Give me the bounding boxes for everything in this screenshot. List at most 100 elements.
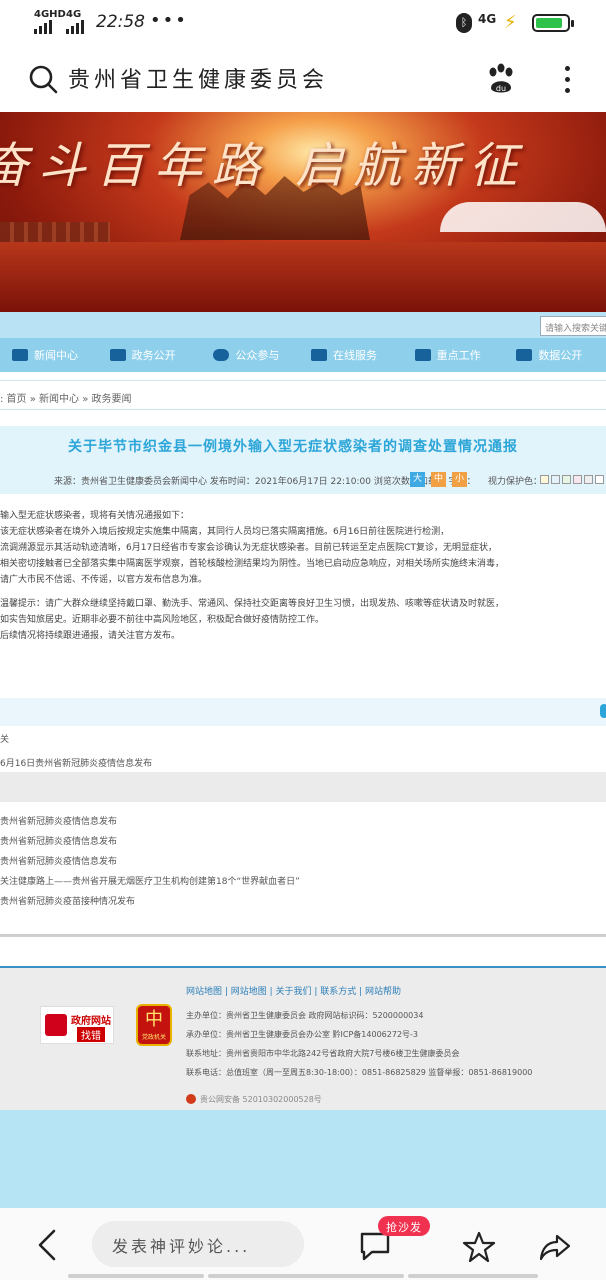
nav-item-online-service[interactable]: 在线服务: [311, 338, 415, 372]
list-item[interactable]: 贵州省新冠肺炎疫情信息发布: [0, 812, 606, 832]
party-logo-glyph: 中: [145, 1009, 163, 1030]
color-swatch-0[interactable]: [540, 475, 549, 484]
color-swatch-5[interactable]: [595, 475, 604, 484]
article-paragraph: 流调溯源显示其活动轨迹清晰，6月17日经省市专家会诊确认为无症状感染者。目前已转…: [0, 543, 497, 553]
app-root: 4GHD 4G 22:58 ••• ᛒ 4G ⚡ 贵州省卫生健康委员会 du 奋…: [0, 0, 606, 1280]
gov-logo-text: 政府网站: [71, 1016, 111, 1027]
nav-item-key-work[interactable]: 重点工作: [414, 338, 517, 372]
list-item[interactable]: 贵州省新冠肺炎疫苗接种情况发布: [0, 892, 606, 912]
list-item[interactable]: 贵州省新冠肺炎疫情信息发布: [0, 832, 606, 852]
page-indicator: [0, 1274, 606, 1280]
site-search-input[interactable]: 请输入搜索关键: [540, 316, 606, 336]
site-nav: 新闻中心 政务公开 公众参与 在线服务 重点工作 数据公开: [0, 338, 606, 372]
share-icon[interactable]: [538, 1230, 572, 1264]
signal-icon: [34, 20, 52, 34]
footer-info-line: 承办单位：贵州省卫生健康委员会办公室 黔ICP备14006272号-3: [186, 1030, 419, 1039]
party-logo-sub: 党政机关: [141, 1034, 166, 1041]
article-title: 关于毕节市织金县一例境外输入型无症状感染者的调查处置情况通报: [68, 439, 518, 455]
related-link[interactable]: 6月16日贵州省新冠肺炎疫情信息发布: [0, 756, 152, 769]
clock: 22:58: [96, 12, 145, 32]
baidu-paw-icon[interactable]: du: [484, 62, 518, 96]
list-item[interactable]: 关注健康路上——贵州省开展无烟医疗卫生机构创建第18个“世界献血者日”: [0, 872, 606, 892]
browser-address-bar: 贵州省卫生健康委员会 du: [0, 44, 606, 112]
svg-text:du: du: [496, 84, 506, 93]
page-url-title[interactable]: 贵州省卫生健康委员会: [68, 62, 328, 94]
article-paragraph: 如实告知旅居史。近期非必要不前往中高风险地区，积极配合做好疫情防控工作。: [0, 615, 325, 625]
monitor-icon: [311, 349, 327, 361]
list-icon: [12, 349, 28, 361]
battery-icon: [532, 14, 574, 32]
article-paragraph: 相关密切接触者已全部落实集中隔离医学观察，首轮核酸检测结果均为阴性。当地已启动应…: [0, 559, 505, 569]
eye-color-swatches: [540, 475, 604, 484]
folder-icon: [109, 349, 126, 361]
page-background: [0, 1110, 606, 1208]
banner-cloud: [440, 202, 606, 232]
users-icon: [516, 349, 533, 361]
party-gov-logo[interactable]: 中 党政机关: [136, 1004, 172, 1046]
network-label-2: 4G: [66, 9, 82, 20]
font-small-button[interactable]: 小: [452, 472, 467, 487]
font-large-button[interactable]: 大: [410, 472, 425, 487]
breadcrumb[interactable]: : 首页 » 新闻中心 » 政务要闻: [0, 380, 606, 410]
notification-dots: •••: [150, 10, 188, 31]
police-record[interactable]: 贵公网安备 52010302000528号: [200, 1094, 322, 1105]
banner-ground: [0, 242, 606, 312]
nav-label: 数据公开: [538, 349, 583, 362]
article-paragraph: 输入型无症状感染者，现将有关情况通报如下：: [0, 511, 190, 521]
nav-label: 在线服务: [333, 349, 377, 362]
status-bar: 4GHD 4G 22:58 ••• ᛒ 4G ⚡: [0, 0, 606, 44]
footer-links[interactable]: 网站地图 | 网站地图 | 关于我们 | 联系方式 | 网站帮助: [186, 984, 401, 997]
back-arrow-icon[interactable]: [34, 1228, 62, 1262]
nav-label: 重点工作: [436, 349, 481, 362]
nav-item-participation[interactable]: 公众参与: [213, 338, 311, 372]
font-size-buttons: 大 中 小: [410, 472, 467, 487]
footer-info-line: 联系电话：总值班室（周一至周五8:30-18:00）：0851-86825829…: [186, 1068, 533, 1077]
star-icon[interactable]: [462, 1230, 496, 1264]
font-medium-button[interactable]: 中: [431, 472, 446, 487]
article-paragraph: 请广大市民不信谣、不传谣，以官方发布信息为准。: [0, 575, 208, 585]
article-body: 输入型无症状感染者，现将有关情况通报如下： 该无症状感染者在境外入境后按规定实施…: [0, 508, 606, 644]
article-paragraph: 温馨提示：请广大群众继续坚持戴口罩、勤洗手、常通风、保持社交距离等良好卫生习惯，…: [0, 599, 505, 609]
site-header-strip: [0, 312, 606, 338]
network-label-1: 4GHD: [34, 9, 66, 20]
gov-emblem-icon: [45, 1014, 67, 1036]
footer-info-line: 联系地址：贵州省贵阳市中华北路242号省政府大院7号楼6楼卫生健康委员会: [186, 1049, 460, 1058]
bluetooth-icon: ᛒ: [456, 13, 472, 33]
search-icon[interactable]: [28, 64, 58, 94]
signal-icon-2: [66, 20, 84, 34]
more-vertical-icon[interactable]: [560, 64, 574, 96]
color-swatch-4[interactable]: [584, 475, 593, 484]
eye-protection-label: 视力保护色：: [488, 477, 543, 487]
gov-site-error-logo[interactable]: 政府网站 找错: [40, 1006, 114, 1044]
browser-bottom-toolbar: 发表神评妙论... 抢沙发: [0, 1208, 606, 1280]
nav-item-gov-affairs[interactable]: 政务公开: [109, 338, 214, 372]
gov-logo-action: 找错: [77, 1027, 105, 1042]
comment-input[interactable]: 发表神评妙论...: [92, 1221, 304, 1267]
section-divider: [0, 772, 606, 802]
nav-item-news[interactable]: 新闻中心: [12, 338, 110, 372]
color-swatch-3[interactable]: [573, 475, 582, 484]
banner-slogan: 奋斗百年路 启航新征: [0, 138, 528, 194]
sofa-badge[interactable]: 抢沙发: [378, 1216, 430, 1236]
battery-level: [536, 18, 562, 28]
news-list: 贵州省新冠肺炎疫情信息发布 贵州省新冠肺炎疫情信息发布 贵州省新冠肺炎疫情信息发…: [0, 812, 606, 912]
bolt-icon: ⚡: [504, 12, 517, 33]
nav-label: 公众参与: [235, 349, 280, 362]
footer-separator: [0, 934, 606, 937]
network-label-3: 4G: [478, 12, 497, 26]
footer-info-line: 主办单位：贵州省卫生健康委员会 政府网站标识码：5200000034: [186, 1011, 424, 1020]
nav-label: 新闻中心: [34, 349, 78, 362]
related-header: [0, 698, 606, 726]
box-icon: [414, 349, 431, 361]
footer-info: 主办单位：贵州省卫生健康委员会 政府网站标识码：5200000034 承办单位：…: [186, 1006, 532, 1082]
article-paragraph: 后续情况将持续跟进通报，请关注官方发布。: [0, 631, 181, 641]
color-swatch-1[interactable]: [551, 475, 560, 484]
article-paragraph: 该无症状感染者在境外入境后按规定实施集中隔离，其同行人员均已落实隔离措施。6月1…: [0, 527, 450, 537]
related-title: 关: [0, 735, 10, 745]
color-swatch-2[interactable]: [562, 475, 571, 484]
chat-icon: [213, 349, 230, 361]
nav-label: 政务公开: [131, 349, 176, 362]
scroll-handle[interactable]: [600, 704, 606, 718]
list-item[interactable]: 贵州省新冠肺炎疫情信息发布: [0, 852, 606, 872]
nav-item-data[interactable]: 数据公开: [516, 338, 606, 372]
